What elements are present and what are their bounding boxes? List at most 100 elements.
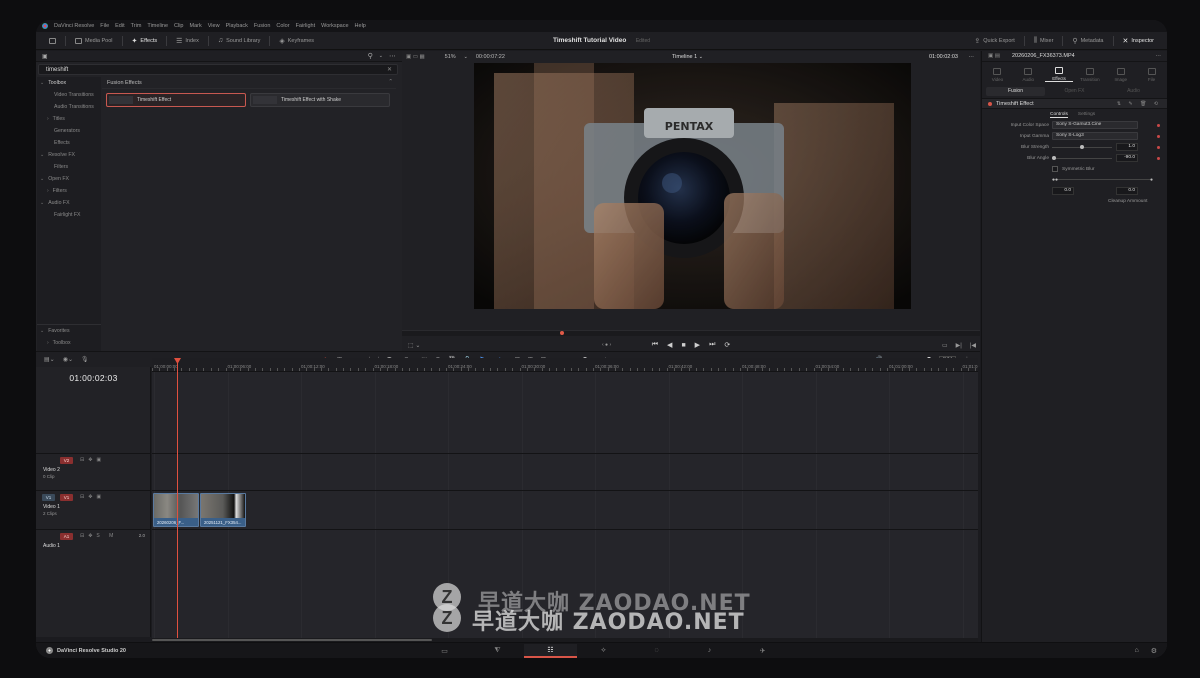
tree-open-fx[interactable]: ⌄ Open FX	[37, 173, 101, 185]
keyframes-button[interactable]: ◈ Keyframes	[274, 34, 319, 48]
track-controls-icons[interactable]: ⊟✥▣	[80, 494, 105, 500]
voiceover-icon[interactable]: 🎙	[81, 356, 89, 363]
source-patch-v1[interactable]: V1	[42, 494, 55, 501]
tree-toolbox[interactable]: ⌄ Toolbox	[37, 77, 101, 89]
chevron-down-icon[interactable]: ⌄	[379, 53, 383, 59]
fx-timeshift-effect-shake[interactable]: Timeshift Effect with Shake	[250, 93, 390, 107]
menu-timeline[interactable]: Timeline	[147, 23, 168, 29]
tree-audio-transitions[interactable]: Audio Transitions	[37, 101, 101, 113]
blur-strength-value[interactable]: 1.0	[1116, 143, 1138, 151]
track-controls-icons[interactable]: ⊟✥S M	[80, 533, 117, 539]
tree-audio-fx[interactable]: ⌄ Audio FX	[37, 197, 101, 209]
page-cut[interactable]: ⧨	[471, 644, 524, 658]
tree-resolve-filters[interactable]: Filters	[37, 161, 101, 173]
subtab-fusion[interactable]: Fusion	[986, 86, 1045, 96]
tab-audio[interactable]: Audio	[1014, 68, 1042, 82]
tab-settings[interactable]: Settings	[1078, 112, 1095, 117]
loop-icon[interactable]: ⟳	[724, 341, 730, 349]
lane-v1[interactable]: 20260206_F... 20251121_FX354...	[152, 490, 978, 529]
inspector-layout-icon[interactable]: ▣ ▤	[988, 53, 1000, 59]
clip-video-2[interactable]: 20251121_FX354...	[200, 493, 246, 527]
cleanup-value-a[interactable]: 0.0	[1052, 187, 1074, 195]
symmetric-blur-checkbox[interactable]	[1052, 166, 1058, 172]
keyframe-dot[interactable]	[1157, 124, 1160, 127]
audio-meter-icon[interactable]: ◉⌄	[63, 356, 73, 363]
menu-fusion[interactable]: Fusion	[254, 23, 271, 29]
track-badge-v1[interactable]: V1	[60, 494, 73, 501]
tree-open-filters[interactable]: › Filters	[37, 185, 101, 197]
fx-timeshift-effect[interactable]: Timeshift Effect	[106, 93, 246, 107]
blur-angle-slider[interactable]	[1052, 156, 1112, 160]
track-badge-v2[interactable]: V2	[60, 457, 73, 464]
tree-resolve-fx[interactable]: ⌄ Resolve FX	[37, 149, 101, 161]
viewer-timeline-name[interactable]: Timeline 1 ⌄	[672, 54, 703, 60]
playhead[interactable]	[177, 358, 178, 638]
more-options-icon[interactable]: ⋯	[1156, 53, 1162, 59]
range-knob-icon[interactable]: ●●	[1052, 177, 1058, 183]
subtab-open-fx[interactable]: Open FX	[1045, 88, 1104, 94]
cleanup-slider[interactable]	[1052, 179, 1152, 180]
collapse-icon[interactable]: ⌃	[388, 79, 393, 85]
more-options-icon[interactable]: ⋯	[389, 52, 396, 60]
cleanup-value-b[interactable]: 0.0	[1116, 187, 1138, 195]
menu-trim[interactable]: Trim	[131, 23, 142, 29]
effects-search-input[interactable]: timeshift ✕	[38, 64, 398, 75]
page-fusion[interactable]: ⟡	[577, 644, 630, 658]
zoom-level[interactable]: 51%	[445, 54, 456, 60]
menu-clip[interactable]: Clip	[174, 23, 183, 29]
tree-video-transitions[interactable]: Video Transitions	[37, 89, 101, 101]
clear-search-icon[interactable]: ✕	[387, 66, 392, 73]
index-button[interactable]: ☰ Index	[171, 34, 204, 48]
keyframe-dot[interactable]	[1157, 157, 1160, 160]
play-icon[interactable]: ▶	[695, 341, 700, 349]
timeline-ruler[interactable]: 01:00:00:00 01:00:06:00 01:00:12:00 01:00:1…	[152, 358, 978, 372]
viewer-layout-icon[interactable]: ▣ ▭ ▦	[406, 54, 425, 60]
next-edit-icon[interactable]: |◀	[970, 342, 976, 349]
range-end-knob-icon[interactable]: ●	[1150, 177, 1153, 183]
play-reverse-icon[interactable]: ◀	[667, 341, 672, 349]
home-icon[interactable]: ⌂	[1134, 647, 1138, 655]
timeline-view-options-icon[interactable]: ▤⌄	[44, 356, 55, 363]
quick-export-button[interactable]: ⇪ Quick Export	[969, 34, 1019, 48]
go-to-end-icon[interactable]: ⏭	[709, 341, 715, 349]
tree-favorites-toolbox[interactable]: › Toolbox	[37, 337, 101, 349]
scrollbar-thumb[interactable]	[152, 639, 432, 641]
more-options-icon[interactable]: ⋯	[969, 54, 975, 60]
stop-icon[interactable]: ■	[681, 342, 685, 349]
tab-image[interactable]: Image	[1107, 68, 1135, 82]
video-frame[interactable]: PENTAX	[474, 63, 911, 309]
lane-v2[interactable]	[152, 453, 978, 490]
page-edit[interactable]: ☷	[524, 643, 577, 658]
settings-gear-icon[interactable]: ⚙	[1151, 647, 1157, 655]
page-color[interactable]: ◌	[630, 644, 683, 658]
menu-playback[interactable]: Playback	[226, 23, 248, 29]
page-fairlight[interactable]: ♪	[683, 644, 736, 658]
slider-knob[interactable]	[1052, 156, 1056, 160]
clip-nav-icon[interactable]: ‹ ● ›	[602, 342, 611, 348]
keyframe-dot[interactable]	[1157, 146, 1160, 149]
input-gamma-select[interactable]: Sony S-Log3	[1052, 132, 1138, 140]
track-header-v2[interactable]: V2 ⊟✥▣ Video 2 0 Clip	[36, 453, 151, 490]
crop-tool-icon[interactable]: ⬚ ⌄	[408, 342, 420, 349]
effect-enable-toggle[interactable]	[988, 101, 992, 106]
tree-generators[interactable]: Generators	[37, 125, 101, 137]
effects-button[interactable]: ✦ Effects	[127, 34, 163, 48]
prev-edit-icon[interactable]: ▶|	[956, 342, 962, 349]
page-media[interactable]: ▭	[418, 644, 471, 658]
clip-video-1[interactable]: 20260206_F...	[153, 493, 199, 527]
tree-titles[interactable]: › Titles	[37, 113, 101, 125]
chevron-down-icon[interactable]: ⌄	[464, 54, 468, 60]
menu-fairlight[interactable]: Fairlight	[296, 23, 316, 29]
blur-angle-value[interactable]: -90.0	[1116, 154, 1138, 162]
search-icon[interactable]: ⚲	[368, 52, 373, 60]
subtab-audio[interactable]: Audio	[1104, 88, 1163, 94]
track-header-v1[interactable]: V1 V1 ⊟✥▣ Video 1 2 Clips	[36, 490, 151, 529]
keyframe-dot[interactable]	[1157, 135, 1160, 138]
sound-library-button[interactable]: ♫ Sound Library	[213, 34, 266, 48]
menu-workspace[interactable]: Workspace	[321, 23, 348, 29]
menu-edit[interactable]: Edit	[115, 23, 124, 29]
viewer-playhead[interactable]	[560, 331, 564, 335]
track-badge-a1[interactable]: A1	[60, 533, 73, 540]
menu-help[interactable]: Help	[355, 23, 366, 29]
go-to-start-icon[interactable]: ⏮	[652, 341, 658, 349]
